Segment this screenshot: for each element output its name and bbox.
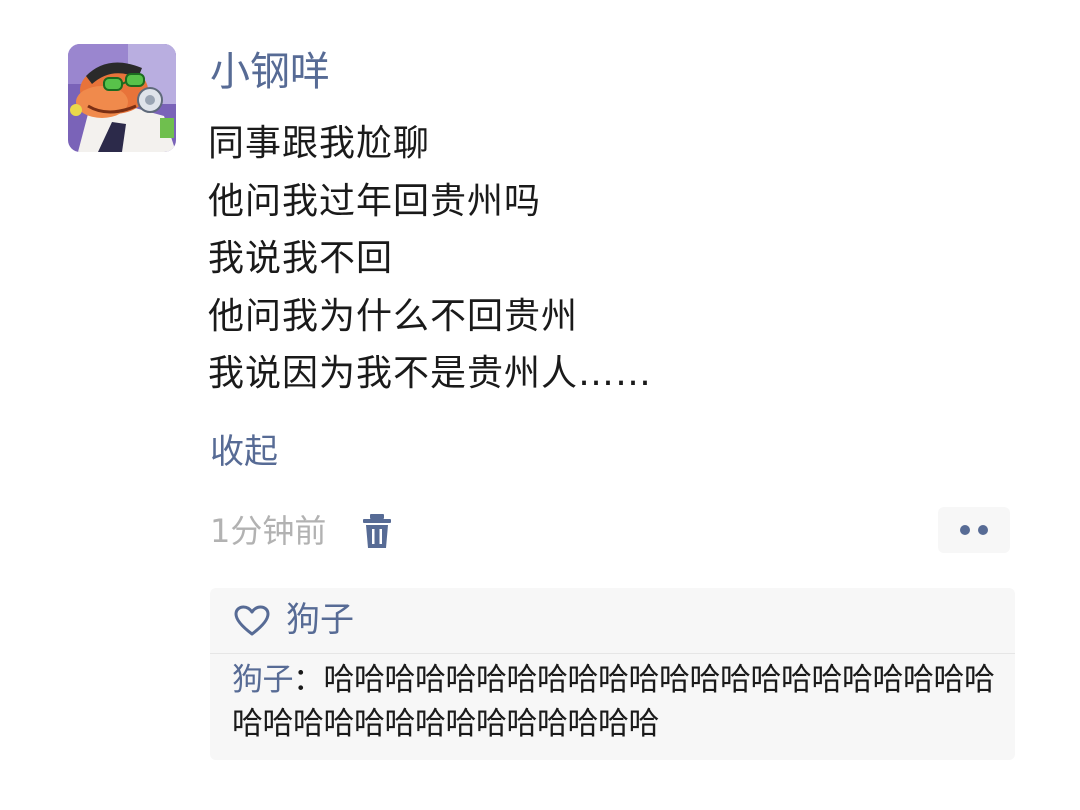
comment-item[interactable]: 狗子：哈哈哈哈哈哈哈哈哈哈哈哈哈哈哈哈哈哈哈哈哈哈哈哈哈哈哈哈哈哈哈哈哈哈哈哈 [232, 658, 1002, 746]
post-content: 同事跟我尬聊 他问我过年回贵州吗 我说我不回 他问我为什么不回贵州 我说因为我不… [208, 115, 652, 403]
post-line: 他问我过年回贵州吗 [208, 180, 542, 222]
trash-icon[interactable] [360, 512, 394, 550]
interaction-panel: 狗子 狗子：哈哈哈哈哈哈哈哈哈哈哈哈哈哈哈哈哈哈哈哈哈哈哈哈哈哈哈哈哈哈哈哈哈哈… [210, 588, 1015, 760]
post-line: 同事跟我尬聊 [208, 123, 431, 164]
more-options-button[interactable] [938, 507, 1010, 553]
author-name[interactable]: 小钢咩 [210, 44, 330, 100]
more-dots-icon [978, 525, 988, 535]
avatar[interactable] [68, 44, 176, 152]
liker-name[interactable]: 狗子 [286, 596, 354, 644]
more-dots-icon [960, 525, 970, 535]
post-line: 我说我不回 [208, 238, 394, 279]
post-line: 他问我为什么不回贵州 [208, 295, 579, 337]
heart-outline-icon [234, 605, 270, 637]
comment-separator: ： [293, 662, 324, 698]
comment-author[interactable]: 狗子 [232, 662, 294, 698]
post-timestamp: 1分钟前 [210, 512, 327, 550]
comment-text: 哈哈哈哈哈哈哈哈哈哈哈哈哈哈哈哈哈哈哈哈哈哈哈哈哈哈哈哈哈哈哈哈哈哈哈哈 [232, 662, 995, 742]
collapse-link[interactable]: 收起 [210, 428, 278, 476]
likes-row: 狗子 [210, 588, 1015, 654]
post-line: 我说因为我不是贵州人…… [208, 353, 653, 394]
